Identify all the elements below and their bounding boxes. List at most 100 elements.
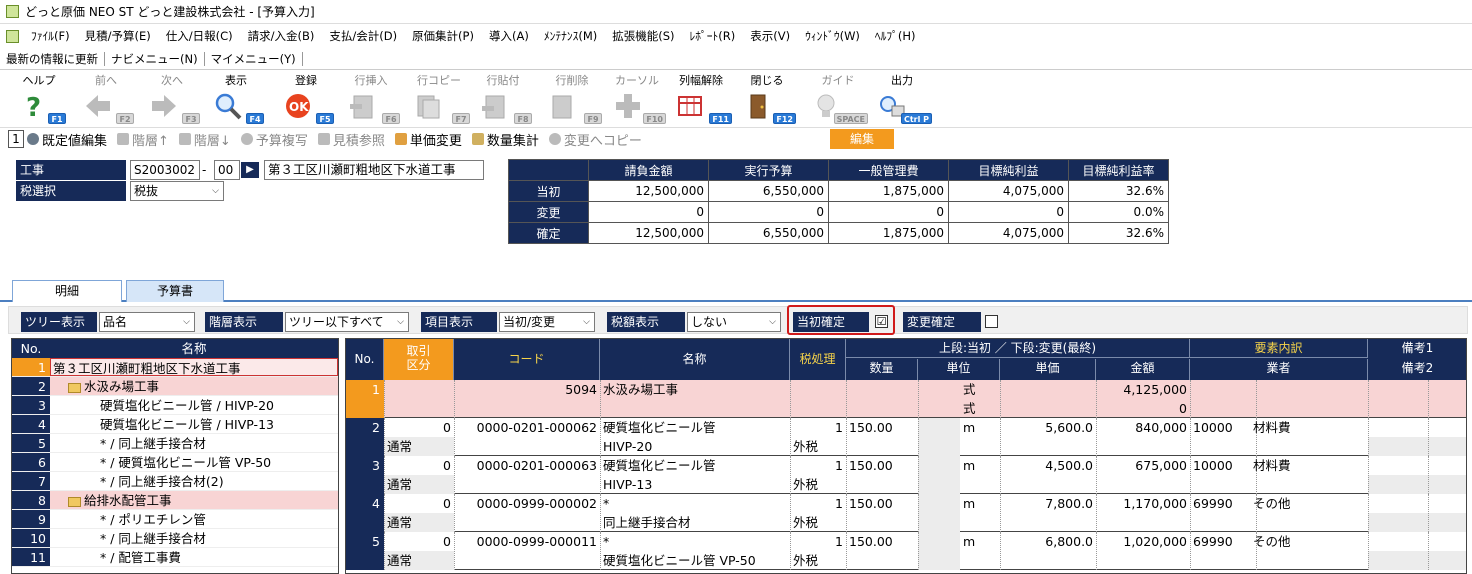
grid-cell-tax1[interactable]: 1 (790, 418, 846, 437)
my-menu-link[interactable]: マイメニュー(Y) (211, 51, 296, 67)
grid-cell-amt1[interactable]: 4,125,000 (1096, 380, 1190, 399)
output-button[interactable]: 出力 Ctrl P (872, 74, 932, 126)
menu-help[interactable]: ﾍﾙﾌﾟ(H) (875, 28, 916, 44)
tree-display-select[interactable]: 品名 ⌵ (99, 312, 195, 332)
grid-cell-kubun1[interactable]: 0 (384, 418, 454, 437)
grid-cell-name2[interactable]: 同上継手接合材 (600, 513, 790, 532)
tax-display-select[interactable]: しない ⌵ (687, 312, 781, 332)
menu-purchase[interactable]: 仕入/日報(C) (166, 28, 233, 44)
grid-cell-unit2[interactable]: 式 (960, 399, 1000, 418)
menu-file[interactable]: ﾌｧｲﾙ(F) (31, 28, 70, 44)
grid-row[interactable]: 3 0 通常 0000-0201-000063 硬質塩化ビニール管 HIVP-13 1 外税 1… (346, 456, 1466, 494)
menu-estimate[interactable]: 見積/予算(E) (85, 28, 151, 44)
grid-cell-kubun2[interactable]: 通常 (384, 475, 454, 494)
refresh-link[interactable]: 最新の情報に更新 (6, 51, 98, 67)
budget-copy-button[interactable]: 予算複写 (240, 130, 308, 149)
grid-cell-code[interactable]: 0000-0999-000002 (454, 494, 600, 513)
default-edit-button[interactable]: 既定値編集 (27, 130, 107, 149)
grid-cell-amt1[interactable]: 840,000 (1096, 418, 1190, 437)
grid-cell-name2[interactable]: HIVP-20 (600, 437, 790, 456)
tree-row[interactable]: 8 給排水配管工事 (12, 491, 338, 510)
tree-row[interactable]: 3 硬質塩化ビニール管 / HIVP-20 (12, 396, 338, 415)
tree-row[interactable]: 7 * / 同上継手接合材(2) (12, 472, 338, 491)
item-display-select[interactable]: 当初/変更 ⌵ (499, 312, 595, 332)
navi-menu-link[interactable]: ナビメニュー(N) (111, 51, 198, 67)
grid-cell-vendor[interactable]: その他 (1250, 532, 1368, 551)
grid-cell-el[interactable]: 69990 (1190, 532, 1250, 551)
grid-cell-name1[interactable]: 水汲み場工事 (600, 380, 790, 399)
menu-setup[interactable]: 導入(A) (489, 28, 529, 44)
change-confirm-checkbox[interactable] (985, 315, 998, 328)
grid-row[interactable]: 2 0 通常 0000-0201-000062 硬質塩化ビニール管 HIVP-20 1 外税 1… (346, 418, 1466, 456)
grid-cell-code[interactable]: 0000-0201-000063 (454, 456, 600, 475)
grid-cell-kubun2[interactable]: 通常 (384, 551, 454, 570)
tree-row[interactable]: 10 * / 同上継手接合材 (12, 529, 338, 548)
menu-cost[interactable]: 原価集計(P) (412, 28, 474, 44)
grid-cell-vendor[interactable]: その他 (1250, 494, 1368, 513)
guide-button[interactable]: ガイド SPACE (808, 74, 868, 126)
grid-cell-price[interactable]: 4,500.0 (1000, 456, 1096, 475)
grid-cell-name1[interactable]: * (600, 494, 790, 513)
grid-cell-tax2[interactable]: 外税 (790, 513, 846, 532)
menu-extension[interactable]: 拡張機能(S) (612, 28, 674, 44)
grid-cell-el[interactable]: 10000 (1190, 456, 1250, 475)
menu-payment[interactable]: 支払/会計(D) (329, 28, 397, 44)
menu-view[interactable]: 表示(V) (750, 28, 790, 44)
register-button[interactable]: 登録 OK F5 (278, 74, 334, 126)
grid-cell-name1[interactable]: 硬質塩化ビニール管 (600, 456, 790, 475)
grid-cell-name2[interactable]: HIVP-13 (600, 475, 790, 494)
tree-row[interactable]: 2 水汲み場工事 (12, 377, 338, 396)
grid-cell-tax1[interactable]: 1 (790, 494, 846, 513)
grid-cell-el[interactable]: 69990 (1190, 494, 1250, 513)
copy-to-change-button[interactable]: 変更へコピー (548, 130, 642, 149)
tab-budget-doc[interactable]: 予算書 (126, 280, 224, 302)
koji-code-input[interactable]: S2003002 (130, 160, 200, 180)
delete-row-button[interactable]: 行削除 F9 (542, 74, 602, 126)
level-down-button[interactable]: 階層↓ (178, 130, 231, 149)
quantity-total-button[interactable]: 数量集計 (471, 130, 539, 149)
grid-cell-kubun1[interactable]: 0 (384, 532, 454, 551)
grid-cell-qty[interactable]: 150.00 (846, 418, 918, 437)
grid-cell-name2[interactable]: 硬質塩化ビニール管 VP-50 (600, 551, 790, 570)
grid-cell-qty[interactable]: 150.00 (846, 532, 918, 551)
grid-cell-kubun2[interactable]: 通常 (384, 513, 454, 532)
grid-cell-amt1[interactable]: 1,020,000 (1096, 532, 1190, 551)
unit-price-change-button[interactable]: 単価変更 (394, 130, 462, 149)
tree-row[interactable]: 5 * / 同上継手接合材 (12, 434, 338, 453)
grid-cell-unit1[interactable]: m (960, 456, 1000, 475)
level-display-select[interactable]: ツリー以下すべて ⌵ (285, 312, 409, 332)
grid-cell-amt2[interactable]: 0 (1096, 399, 1190, 418)
koji-sub-input[interactable]: 00 (214, 160, 240, 180)
grid-cell-tax2[interactable]: 外税 (790, 475, 846, 494)
grid-cell-unit1[interactable]: m (960, 494, 1000, 513)
app-menu-icon[interactable] (6, 29, 19, 43)
grid-cell-unit1[interactable]: m (960, 532, 1000, 551)
edit-button[interactable]: 編集 (830, 129, 894, 149)
grid-cell-amt1[interactable]: 675,000 (1096, 456, 1190, 475)
paste-row-button[interactable]: 行貼付 F8 (474, 74, 532, 126)
next-button[interactable]: 次へ F3 (144, 74, 200, 126)
grid-cell-tax1[interactable]: 1 (790, 532, 846, 551)
menu-report[interactable]: ﾚﾎﾟｰﾄ(R) (690, 28, 736, 44)
insert-row-button[interactable]: 行挿入 F6 (342, 74, 400, 126)
grid-row[interactable]: 1 5094 水汲み場工事式式 4,125,000 0 (346, 380, 1466, 418)
grid-cell-tax2[interactable]: 外税 (790, 551, 846, 570)
cursor-button[interactable]: カーソル F10 (608, 74, 666, 126)
tree-row[interactable]: 1 第３工区川瀬町粗地区下水道工事 (12, 358, 338, 377)
level-up-button[interactable]: 階層↑ (117, 130, 169, 149)
grid-cell-kubun2[interactable]: 通常 (384, 437, 454, 456)
grid-cell-code[interactable]: 5094 (454, 380, 600, 399)
grid-cell-qty[interactable]: 150.00 (846, 494, 918, 513)
grid-cell-unit1[interactable]: m (960, 418, 1000, 437)
grid-cell-kubun1[interactable]: 0 (384, 456, 454, 475)
menu-billing[interactable]: 請求/入金(B) (248, 28, 315, 44)
tree-row[interactable]: 6 * / 硬質塩化ビニール管 VP-50 (12, 453, 338, 472)
grid-cell-vendor[interactable]: 材料費 (1250, 418, 1368, 437)
estimate-reference-button[interactable]: 見積参照 (317, 130, 385, 149)
tab-detail[interactable]: 明細 (12, 280, 122, 302)
grid-row[interactable]: 5 0 通常 0000-0999-000011 * 硬質塩化ビニール管 VP-50 1 外税 1… (346, 532, 1466, 570)
grid-cell-price[interactable]: 6,800.0 (1000, 532, 1096, 551)
tax-select[interactable]: 税抜 ⌵ (130, 181, 224, 201)
grid-cell-code[interactable]: 0000-0999-000011 (454, 532, 600, 551)
prev-button[interactable]: 前へ F2 (78, 74, 134, 126)
